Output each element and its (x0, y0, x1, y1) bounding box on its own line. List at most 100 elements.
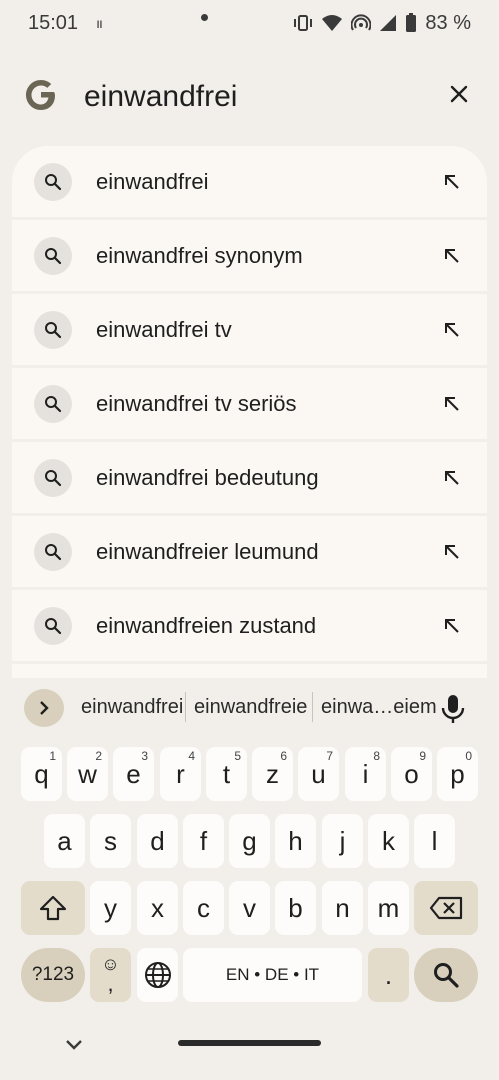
suggestion-item[interactable]: einwandfreien zustand (12, 590, 487, 661)
key-u[interactable]: u7 (298, 747, 339, 801)
symbols-key[interactable]: ?123 (21, 948, 85, 1002)
key-x[interactable]: x (137, 881, 178, 935)
key-label: y (104, 892, 117, 923)
search-icon (34, 532, 72, 571)
fill-query-arrow-icon[interactable] (443, 247, 461, 265)
chevron-right-icon (40, 701, 49, 715)
key-hint: 5 (234, 749, 241, 763)
key-a[interactable]: a (44, 814, 85, 868)
key-hint: 3 (141, 749, 148, 763)
key-w[interactable]: w2 (67, 747, 108, 801)
key-i[interactable]: i8 (345, 747, 386, 801)
key-hint: 1 (49, 749, 56, 763)
key-g[interactable]: g (229, 814, 270, 868)
key-label: s (104, 825, 117, 856)
key-b[interactable]: b (275, 881, 316, 935)
emoji-key[interactable]: ☺ , (90, 948, 131, 1002)
search-input[interactable]: einwandfrei (84, 80, 237, 114)
key-h[interactable]: h (275, 814, 316, 868)
key-l[interactable]: l (414, 814, 455, 868)
status-time: 15:01 (28, 11, 79, 34)
expand-toolbar-button[interactable] (24, 689, 64, 727)
key-label: o (404, 758, 419, 789)
suggestion-item[interactable]: einwandfrei synonym (12, 220, 487, 291)
suggestion-divider (312, 692, 313, 722)
key-label: r (176, 758, 185, 789)
fill-query-arrow-icon[interactable] (443, 543, 461, 561)
search-header: einwandfrei (0, 70, 499, 124)
hotspot-icon (351, 14, 372, 31)
search-icon (34, 310, 72, 349)
word-suggestion[interactable]: einwa…eiem (321, 696, 437, 719)
key-q[interactable]: q1 (21, 747, 62, 801)
status-icons: 83 % (293, 12, 471, 35)
key-d[interactable]: d (137, 814, 178, 868)
key-label: d (150, 825, 165, 856)
key-hint: 0 (465, 749, 472, 763)
suggestion-item[interactable]: einwandfrei tv (12, 294, 487, 365)
key-label: c (197, 892, 210, 923)
key-label: f (199, 825, 208, 856)
key-z[interactable]: z6 (252, 747, 293, 801)
word-suggestion[interactable]: einwandfrei (81, 696, 183, 719)
suggestion-item[interactable]: einwandfreier leumund (12, 516, 487, 587)
gesture-nav-bar[interactable] (178, 1040, 321, 1046)
notification-dot (201, 14, 208, 21)
word-suggestion[interactable]: einwandfreie (194, 696, 307, 719)
key-n[interactable]: n (322, 881, 363, 935)
suggestion-item-partial (12, 664, 487, 678)
key-label: q (34, 758, 49, 789)
key-label: i (362, 758, 369, 789)
key-m[interactable]: m (368, 881, 409, 935)
key-o[interactable]: o9 (391, 747, 432, 801)
key-label: . (384, 959, 393, 990)
suggestion-label: einwandfreien zustand (96, 612, 317, 638)
fill-query-arrow-icon[interactable] (443, 617, 461, 635)
key-label: a (57, 825, 72, 856)
close-icon[interactable] (445, 80, 473, 108)
fill-query-arrow-icon[interactable] (443, 321, 461, 339)
suggestion-list: einwandfrei einwandfrei synonym einwandf… (12, 146, 487, 678)
search-enter-key[interactable] (414, 948, 478, 1002)
shift-key[interactable] (21, 881, 85, 935)
hide-keyboard-chevron-icon[interactable] (64, 1038, 84, 1052)
fill-query-arrow-icon[interactable] (443, 395, 461, 413)
period-key[interactable]: . (368, 948, 409, 1002)
fill-query-arrow-icon[interactable] (443, 173, 461, 191)
key-hint: 8 (373, 749, 380, 763)
key-s[interactable]: s (90, 814, 131, 868)
battery-icon (406, 13, 417, 32)
key-hint: 4 (188, 749, 195, 763)
key-label: z (266, 758, 279, 789)
key-v[interactable]: v (229, 881, 270, 935)
key-r[interactable]: r4 (160, 747, 201, 801)
key-label: k (382, 825, 395, 856)
backspace-key[interactable] (414, 881, 478, 935)
suggestion-item[interactable]: einwandfrei bedeutung (12, 442, 487, 513)
key-p[interactable]: p0 (437, 747, 478, 801)
key-label: e (126, 758, 141, 789)
key-label: v (243, 892, 256, 923)
key-label: p (450, 758, 465, 789)
microphone-icon[interactable] (440, 694, 466, 724)
key-k[interactable]: k (368, 814, 409, 868)
suggestion-item[interactable]: einwandfrei tv seriös (12, 368, 487, 439)
language-key[interactable] (137, 948, 178, 1002)
key-c[interactable]: c (183, 881, 224, 935)
suggestion-item[interactable]: einwandfrei (12, 146, 487, 217)
key-f[interactable]: f (183, 814, 224, 868)
key-t[interactable]: t5 (206, 747, 247, 801)
key-label: u (311, 758, 326, 789)
key-j[interactable]: j (322, 814, 363, 868)
key-label: m (377, 892, 400, 923)
key-label: n (335, 892, 350, 923)
search-icon (434, 963, 459, 988)
shift-icon (39, 895, 67, 921)
search-icon (34, 458, 72, 497)
key-e[interactable]: e3 (113, 747, 154, 801)
soft-keyboard: einwandfrei einwandfreie einwa…eiem q1 w… (0, 678, 499, 1080)
backspace-icon (429, 896, 463, 920)
key-y[interactable]: y (90, 881, 131, 935)
fill-query-arrow-icon[interactable] (443, 469, 461, 487)
space-key[interactable]: EN • DE • IT (183, 948, 362, 1002)
